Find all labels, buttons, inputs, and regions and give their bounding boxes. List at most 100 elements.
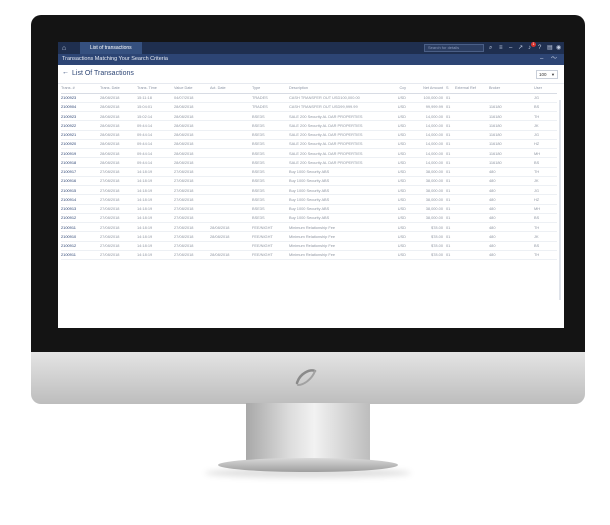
table-row[interactable]: 2100912 27/08/2018 14:18:19 27/08/2018 BSE3S… [61, 213, 557, 224]
transaction-id-link[interactable]: 2100920 [61, 139, 100, 150]
home-icon[interactable]: ⌂ [58, 42, 70, 54]
table-cell: SALE 200 Security AL DAR PROPERTIES [289, 148, 390, 159]
table-cell [210, 130, 252, 140]
table-row[interactable]: 2100918 28/08/2018 09:44:14 28/08/2018 BSE3S… [61, 157, 557, 168]
table-cell: 01 [446, 231, 455, 242]
table-row[interactable]: 2100915 27/08/2018 14:18:19 27/08/2018 BSE3S… [61, 185, 557, 196]
table-cell: 480 [489, 194, 534, 205]
column-header[interactable]: Trans. Date [100, 84, 137, 94]
table-cell: BSE3S [252, 204, 289, 214]
table-row[interactable]: 2100910 27/08/2018 14:18:19 27/08/2018 28/08… [61, 231, 557, 242]
table-cell: BSE3S [252, 130, 289, 140]
table-cell: FEE/NIGHT [252, 250, 289, 261]
collapse-icon[interactable]: – [540, 54, 543, 65]
column-header[interactable]: User [534, 84, 557, 94]
table-row[interactable]: 2100921 28/08/2018 09:44:14 28/08/2018 BSE3S… [61, 130, 557, 140]
table-row[interactable]: 2100923 28/08/2018 15:11:18 04/07/2018 TRADE… [61, 93, 557, 103]
brand-logo-icon [295, 369, 317, 386]
page-size-select[interactable]: 100 ▼ [536, 70, 558, 79]
transaction-id-link[interactable]: 2100904 [61, 102, 100, 113]
table-cell: USD [390, 231, 409, 242]
table-cell: JG [534, 93, 557, 103]
table-cell: 27/08/2018 [174, 194, 210, 205]
transaction-id-link[interactable]: 2100916 [61, 176, 100, 187]
column-header[interactable]: Act. Date [210, 84, 252, 94]
table-cell: SALE 200 Security AL DAR PROPERTIES [289, 157, 390, 168]
transaction-id-link[interactable]: 2100922 [61, 120, 100, 131]
transaction-id-link[interactable]: 2100921 [61, 130, 100, 140]
table-row[interactable]: 2100920 28/08/2018 09:44:14 28/08/2018 BSE3S… [61, 139, 557, 150]
table-cell: 27/08/2018 [100, 222, 137, 233]
chart-icon[interactable]: ↗ [518, 43, 523, 53]
table-cell [455, 167, 489, 177]
transaction-id-link[interactable]: 2100915 [61, 185, 100, 196]
trend-icon[interactable]: 〜 [551, 54, 557, 65]
table-cell: 38,000.00 [409, 213, 446, 224]
table-cell: BSE3S [252, 185, 289, 196]
table-cell: USD [390, 148, 409, 159]
transaction-id-link[interactable]: 2100913 [61, 204, 100, 214]
help-icon[interactable]: ? [538, 43, 541, 53]
table-row[interactable]: 2100911 27/08/2018 14:18:19 27/08/2018 28/08… [61, 250, 557, 261]
table-row[interactable]: 2100911 27/08/2018 14:18:19 27/08/2018 28/08… [61, 222, 557, 233]
transaction-id-link[interactable]: 2100912 [61, 213, 100, 224]
table-cell: Minimum Relationship Fee [289, 241, 390, 251]
table-cell [210, 93, 252, 103]
transaction-id-link[interactable]: 2100923 [61, 111, 100, 122]
column-header[interactable]: External Ref [455, 84, 489, 94]
transaction-id-link[interactable]: 2100914 [61, 194, 100, 205]
table-cell: 27/08/2018 [100, 176, 137, 187]
print-icon[interactable]: ▤ [547, 43, 553, 53]
table-cell: 14:18:19 [137, 222, 174, 233]
table-cell: 116180 [489, 102, 534, 113]
table-scrollbar[interactable] [559, 100, 561, 300]
table-cell: Buy 1000 Security ABS [289, 185, 390, 196]
minus-icon[interactable]: – [509, 43, 512, 53]
table-cell [455, 157, 489, 168]
table-row[interactable]: 2100922 28/08/2018 09:44:14 28/08/2018 BSE3S… [61, 120, 557, 131]
transaction-id-link[interactable]: 2100910 [61, 231, 100, 242]
table-cell [455, 204, 489, 214]
column-header[interactable]: Trans. # [61, 84, 100, 94]
table-cell [210, 102, 252, 113]
table-row[interactable]: 2100917 27/08/2018 14:18:19 27/08/2018 BSE3S… [61, 167, 557, 177]
table-cell: 15:02:14 [137, 111, 174, 122]
transaction-id-link[interactable]: 2100919 [61, 148, 100, 159]
table-row[interactable]: 2100923 28/08/2018 15:02:14 28/08/2018 BSE3S… [61, 111, 557, 122]
tab-list-of-transactions[interactable]: List of transactions [80, 42, 142, 54]
transaction-id-link[interactable]: 2100923 [61, 93, 100, 103]
notification-badge: 1 [531, 42, 536, 47]
transaction-id-link[interactable]: 2100911 [61, 250, 100, 261]
menu-icon[interactable]: ≡ [499, 43, 503, 53]
table-cell: 27/08/2018 [100, 241, 137, 251]
table-row[interactable]: 2100913 27/08/2018 14:18:19 27/08/2018 BSE3S… [61, 204, 557, 214]
table-cell: 28/08/2018 [100, 102, 137, 113]
results-subheader: Transactions Matching Your Search Criter… [58, 54, 564, 65]
column-header[interactable]: Ccy [390, 84, 409, 94]
column-header[interactable]: Type [252, 84, 289, 94]
transaction-id-link[interactable]: 2100918 [61, 157, 100, 168]
transaction-id-link[interactable]: 2100912 [61, 241, 100, 251]
transaction-id-link[interactable]: 2100917 [61, 167, 100, 177]
column-header[interactable]: Description [289, 84, 390, 94]
table-row[interactable]: 2100904 28/08/2018 15:04:01 28/08/2018 TRADE… [61, 102, 557, 113]
table-cell: USD [390, 139, 409, 150]
user-icon[interactable]: ◉ [556, 43, 561, 53]
back-arrow-icon[interactable]: ← [62, 69, 69, 76]
column-header[interactable]: S [446, 84, 455, 94]
search-icon[interactable]: ⌕ [489, 43, 492, 53]
column-header[interactable]: Value Date [174, 84, 210, 94]
transactions-table: Trans. # Trans. Date Trans. Time Value Date… [61, 84, 557, 261]
column-header[interactable]: Broker [489, 84, 534, 94]
table-row[interactable]: 2100914 27/08/2018 14:18:19 27/08/2018 BSE3S… [61, 194, 557, 205]
transaction-id-link[interactable]: 2100911 [61, 222, 100, 233]
search-input[interactable]: Search for details [424, 44, 484, 52]
column-header[interactable]: Trans. Time [137, 84, 174, 94]
table-cell: 27/08/2018 [174, 167, 210, 177]
column-header[interactable]: Net Amount [409, 84, 446, 94]
table-row[interactable]: 2100916 27/08/2018 14:18:19 27/08/2018 BSE3S… [61, 176, 557, 187]
table-cell: 28/08/2018 [100, 148, 137, 159]
table-row[interactable]: 2100919 28/08/2018 09:44:14 28/08/2018 BSE3S… [61, 148, 557, 159]
table-row[interactable]: 2100912 27/08/2018 14:18:19 27/08/2018 FEE/N… [61, 241, 557, 251]
table-cell: 09:44:14 [137, 157, 174, 168]
